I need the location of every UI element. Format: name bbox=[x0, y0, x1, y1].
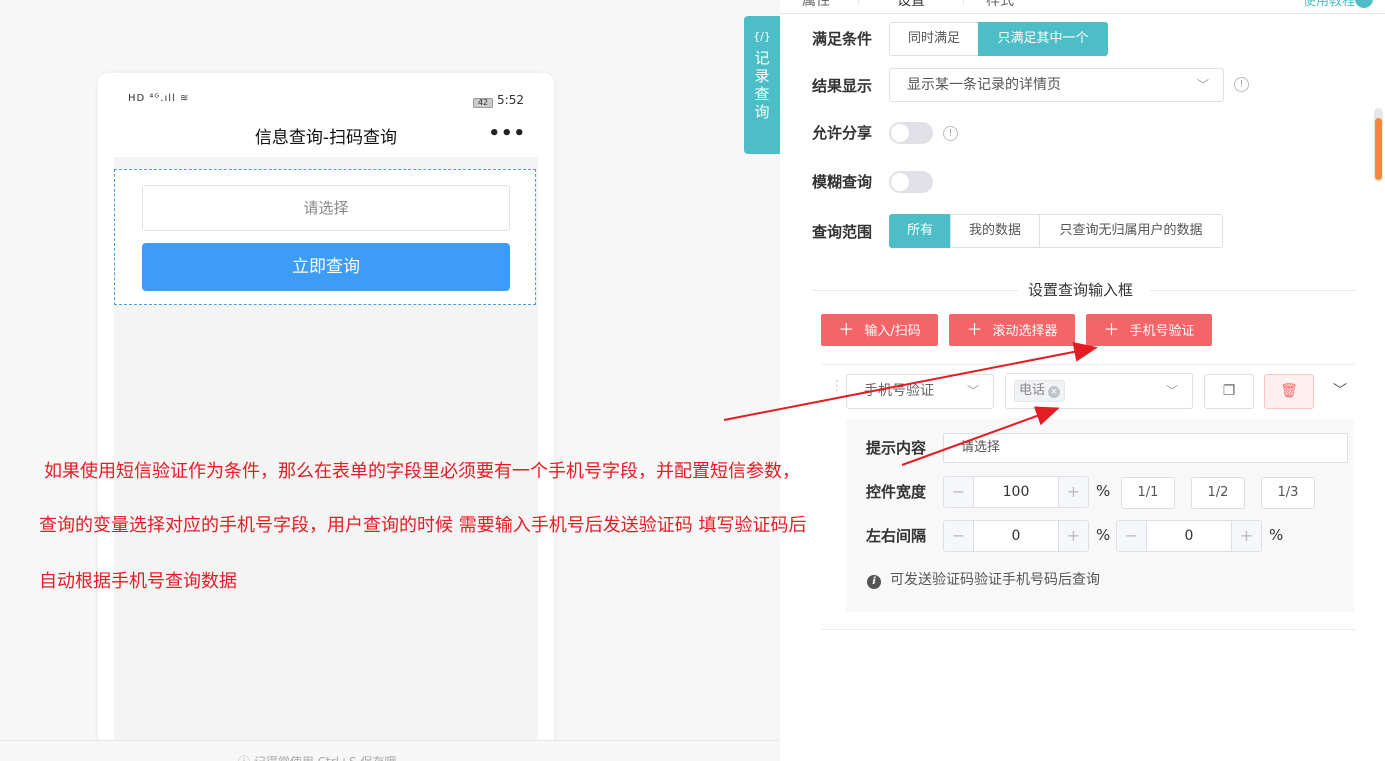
tab-style[interactable]: 样式 bbox=[986, 0, 1014, 13]
help-icon[interactable] bbox=[1355, 0, 1373, 8]
scope-mine-option[interactable]: 我的数据 bbox=[950, 214, 1040, 248]
battery-icon: 42 bbox=[473, 98, 494, 108]
field-type-value: 手机号验证 bbox=[864, 383, 934, 399]
phone-select-input[interactable]: 请选择 bbox=[142, 185, 510, 231]
phone-status-bar: HD ⁴ᴳ.ıll ≋ 42 5:52 bbox=[98, 73, 554, 129]
add-input-scan-label: 输入/扫码 bbox=[864, 324, 921, 339]
width-unit: % bbox=[1096, 482, 1111, 500]
minus-icon[interactable]: − bbox=[944, 477, 974, 507]
divider-left bbox=[812, 290, 1018, 291]
query-component-selected[interactable]: 请选择 立即查询 bbox=[114, 169, 536, 305]
condition-label: 满足条件 bbox=[812, 30, 873, 48]
side-tab-label: 记录查询 bbox=[754, 49, 770, 121]
info-icon: i bbox=[867, 575, 881, 589]
add-phone-verify-label: 手机号验证 bbox=[1129, 324, 1195, 339]
width-stepper[interactable]: − 100 + bbox=[943, 476, 1089, 508]
variable-tag: 电话 × bbox=[1014, 380, 1066, 402]
fuzzy-query-switch[interactable] bbox=[889, 171, 933, 193]
ratio-1-1-button[interactable]: 1/1 bbox=[1121, 477, 1175, 509]
chevron-down-icon: ﹀ bbox=[966, 384, 979, 398]
section-bottom-divider bbox=[822, 629, 1355, 630]
status-right: 42 5:52 bbox=[473, 93, 524, 108]
annotation-line-1: 如果使用短信验证作为条件，那么在表单的字段里必须要有一个手机号字段，并配置短信参… bbox=[44, 461, 800, 482]
info-icon[interactable]: ! bbox=[943, 126, 958, 141]
save-hint: ⓘ 记得常使用 Ctrl+S 保存哦 bbox=[238, 753, 396, 761]
save-hint-bar: ⓘ 记得常使用 Ctrl+S 保存哦 bbox=[0, 740, 780, 761]
plus-icon[interactable]: + bbox=[1058, 477, 1088, 507]
info-icon[interactable]: ! bbox=[1234, 77, 1249, 92]
divider-right bbox=[1150, 290, 1355, 291]
tip-text: i 可发送验证码验证手机号码后查询 bbox=[867, 569, 1100, 589]
tip-label: 可发送验证码验证手机号码后查询 bbox=[890, 572, 1100, 588]
result-display-select[interactable]: 显示某一条记录的详情页 ﹀ bbox=[889, 68, 1224, 102]
page-title: 信息查询-扫码查询 bbox=[254, 128, 398, 148]
expand-chevron-icon[interactable]: ﹀ bbox=[1333, 380, 1347, 400]
query-now-button[interactable]: 立即查询 bbox=[142, 243, 510, 291]
prompt-input[interactable]: 请选择 bbox=[943, 433, 1348, 463]
allow-share-label: 允许分享 bbox=[812, 124, 873, 142]
margin-label: 左右间隔 bbox=[866, 527, 927, 545]
prompt-label: 提示内容 bbox=[866, 439, 927, 457]
annotation-line-2: 查询的变量选择对应的手机号字段，用户查询的时候 需要输入手机号后发送验证码 填写… bbox=[39, 515, 807, 536]
minus-icon[interactable]: − bbox=[1117, 521, 1147, 551]
scope-all-option[interactable]: 所有 bbox=[889, 214, 951, 248]
plus-icon: ＋ bbox=[966, 320, 983, 339]
signal-icons: HD ⁴ᴳ.ıll ≋ bbox=[128, 93, 190, 104]
tab-settings[interactable]: 设置 bbox=[858, 0, 964, 9]
tutorial-link[interactable]: 使用教程 bbox=[1303, 0, 1355, 9]
annotation-line-3: 自动根据手机号查询数据 bbox=[39, 571, 237, 592]
query-scope-label: 查询范围 bbox=[812, 223, 873, 241]
result-display-label: 结果显示 bbox=[812, 77, 873, 95]
plus-icon[interactable]: + bbox=[1058, 521, 1088, 551]
margin-left-value[interactable]: 0 bbox=[974, 521, 1058, 551]
plus-icon: ＋ bbox=[1103, 320, 1120, 339]
field-type-select[interactable]: 手机号验证 ﹀ bbox=[846, 374, 994, 409]
scrollbar-thumb[interactable] bbox=[1375, 118, 1382, 180]
copy-field-button[interactable]: ❐ bbox=[1204, 374, 1254, 409]
scope-unowned-option[interactable]: 只查询无归属用户的数据 bbox=[1039, 214, 1223, 248]
input-section-title: 设置查询输入框 bbox=[1028, 281, 1134, 299]
minus-icon[interactable]: − bbox=[944, 521, 974, 551]
condition-any-option[interactable]: 只满足其中一个 bbox=[978, 22, 1108, 56]
margin-left-unit: % bbox=[1096, 526, 1111, 544]
width-label: 控件宽度 bbox=[866, 483, 927, 501]
field-row-divider bbox=[822, 364, 1355, 365]
variable-select[interactable]: 电话 × ﹀ bbox=[1005, 373, 1193, 409]
margin-left-stepper[interactable]: − 0 + bbox=[943, 520, 1089, 552]
tab-properties[interactable]: 属性 bbox=[802, 0, 830, 13]
copy-icon: ❐ bbox=[1222, 383, 1236, 399]
more-menu-icon[interactable]: ••• bbox=[488, 123, 526, 144]
code-icon: {/} bbox=[753, 30, 771, 43]
plus-icon: ＋ bbox=[838, 320, 855, 339]
panel-tabs: 属性 设置 样式 使用教程 bbox=[780, 0, 1385, 14]
variable-tag-label: 电话 bbox=[1019, 383, 1046, 398]
ratio-1-3-button[interactable]: 1/3 bbox=[1261, 477, 1315, 509]
status-time: 5:52 bbox=[497, 93, 524, 107]
add-scroll-picker-button[interactable]: ＋ 滚动选择器 bbox=[949, 314, 1075, 346]
width-value[interactable]: 100 bbox=[974, 477, 1058, 507]
fuzzy-query-label: 模糊查询 bbox=[812, 173, 873, 191]
add-scroll-picker-label: 滚动选择器 bbox=[992, 324, 1058, 339]
chevron-down-icon: ﹀ bbox=[1165, 384, 1178, 398]
margin-right-value[interactable]: 0 bbox=[1147, 521, 1231, 551]
record-query-side-tab[interactable]: {/} 记录查询 bbox=[744, 16, 780, 154]
chevron-down-icon: ﹀ bbox=[1196, 78, 1209, 92]
margin-right-unit: % bbox=[1269, 526, 1284, 544]
add-input-scan-button[interactable]: ＋ 输入/扫码 bbox=[821, 314, 938, 346]
add-phone-verify-button[interactable]: ＋ 手机号验证 bbox=[1086, 314, 1212, 346]
allow-share-switch[interactable] bbox=[889, 122, 933, 144]
ratio-1-2-button[interactable]: 1/2 bbox=[1191, 477, 1245, 509]
trash-icon: 🗑 bbox=[1280, 383, 1298, 399]
plus-icon[interactable]: + bbox=[1231, 521, 1261, 551]
margin-right-stepper[interactable]: − 0 + bbox=[1116, 520, 1262, 552]
delete-field-button[interactable]: 🗑 bbox=[1264, 374, 1314, 409]
condition-all-option[interactable]: 同时满足 bbox=[889, 22, 979, 56]
remove-tag-icon[interactable]: × bbox=[1048, 386, 1061, 398]
result-display-value: 显示某一条记录的详情页 bbox=[907, 77, 1061, 93]
